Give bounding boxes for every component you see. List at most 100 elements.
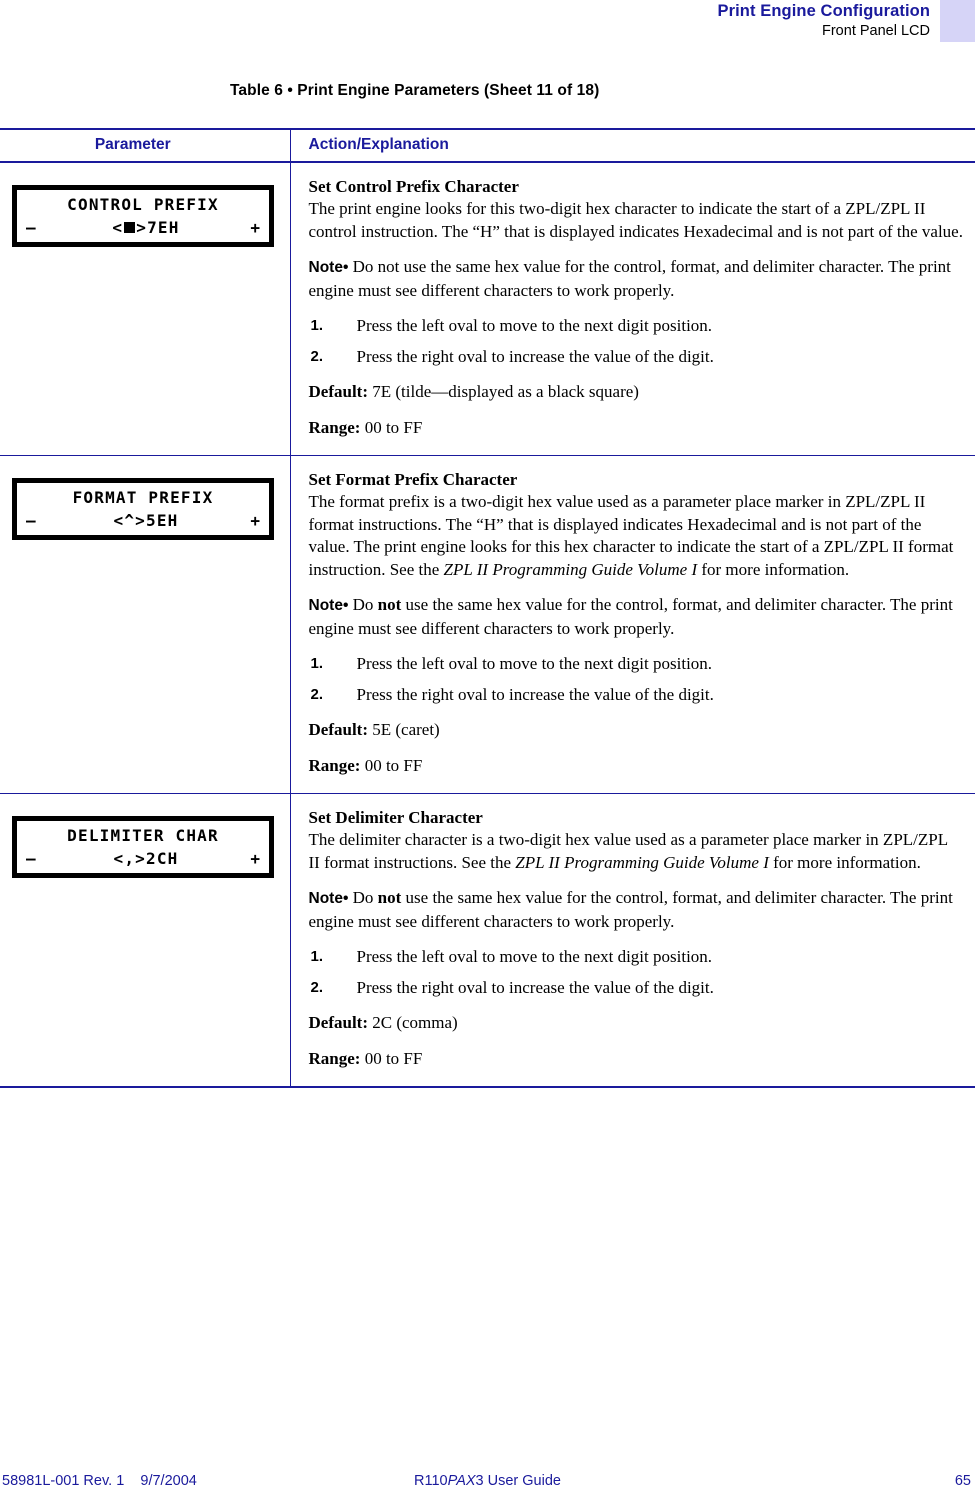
- range-paragraph: Range: 00 to FF: [309, 417, 964, 440]
- list-item: 2. Press the right oval to increase the v…: [309, 346, 964, 369]
- section-description: The format prefix is a two-digit hex val…: [309, 491, 964, 581]
- note-text-a: Do: [352, 888, 378, 907]
- description-part-b: for more information.: [768, 852, 921, 872]
- parameter-cell-delimiter-char: DELIMITER CHAR – <,>2CH +: [0, 793, 290, 1088]
- header-color-swatch: [940, 0, 975, 42]
- column-header-parameter: Parameter: [0, 128, 290, 163]
- footer-guide-title: R110PAX3 User Guide: [0, 1473, 975, 1489]
- lcd-display-format-prefix: FORMAT PREFIX – <^>5EH +: [12, 478, 274, 540]
- range-value: 00 to FF: [364, 755, 423, 775]
- description-italic-title: ZPL II Programming Guide Volume I: [515, 852, 769, 872]
- action-cell-control-prefix: Set Control Prefix Character The print e…: [289, 162, 975, 456]
- description-part-b: for more information.: [697, 559, 850, 579]
- table-header-row: Parameter Action/Explanation: [0, 128, 975, 163]
- note-label: Note: [308, 259, 343, 276]
- default-value: 2C (comma): [372, 1013, 458, 1032]
- lcd-display-control-prefix: CONTROL PREFIX – < >7EH +: [12, 185, 274, 247]
- lcd-line1: FORMAT PREFIX: [72, 488, 214, 507]
- step-number: 2.: [310, 685, 324, 703]
- print-engine-parameters-table: Parameter Action/Explanation CONTROL PRE…: [0, 128, 975, 1088]
- lcd-value-prefix: <: [112, 218, 124, 237]
- column-header-action: Action/Explanation: [289, 128, 975, 163]
- step-list: 1. Press the left oval to move to the nex…: [309, 315, 964, 368]
- lcd-display-delimiter-char: DELIMITER CHAR – <,>2CH +: [12, 816, 274, 878]
- note-text-a: Do: [352, 595, 378, 614]
- range-value: 00 to FF: [364, 417, 423, 437]
- section-description: The print engine looks for this two-digi…: [308, 199, 963, 241]
- step-text: Press the right oval to increase the val…: [356, 346, 714, 366]
- section-title: Set Format Prefix Character: [308, 470, 518, 489]
- step-list: 1. Press the left oval to move to the nex…: [309, 946, 964, 999]
- step-text: Press the right oval to increase the val…: [356, 977, 714, 997]
- parameter-cell-control-prefix: CONTROL PREFIX – < >7EH +: [0, 162, 290, 456]
- lcd-value: <,>2CH: [113, 849, 179, 868]
- page-header: Print Engine Configuration Front Panel L…: [0, 0, 975, 56]
- footer-guide-italic: PAX: [447, 1473, 476, 1489]
- footer-guide-part-a: R110: [414, 1473, 448, 1489]
- range-label: Range:: [308, 417, 361, 437]
- range-paragraph: Range: 00 to FF: [309, 1048, 964, 1071]
- note-paragraph: Note• Do not use the same hex value for …: [309, 594, 964, 640]
- lcd-plus-label: +: [250, 511, 260, 530]
- default-paragraph: Default: 2C (comma): [309, 1012, 964, 1035]
- default-paragraph: Default: 7E (tilde—displayed as a black …: [309, 381, 964, 404]
- footer-guide-part-b: 3 User Guide: [475, 1473, 561, 1489]
- table-row: FORMAT PREFIX – <^>5EH + Set Format Pref…: [0, 455, 975, 794]
- lcd-value: < >7EH: [17, 217, 269, 238]
- lcd-line2: – <^>5EH +: [17, 510, 269, 532]
- note-label: Note: [308, 890, 343, 907]
- step-text: Press the left oval to move to the next …: [356, 316, 713, 335]
- default-label: Default:: [308, 720, 368, 739]
- step-number: 2.: [310, 347, 324, 365]
- default-label: Default:: [308, 382, 368, 401]
- header-text-block: Print Engine Configuration Front Panel L…: [0, 2, 931, 41]
- note-paragraph: Note• Do not use the same hex value for …: [309, 887, 964, 933]
- note-bold-word: not: [377, 595, 402, 614]
- list-item: 1. Press the left oval to move to the nex…: [309, 946, 964, 969]
- lcd-line2: – < >7EH +: [17, 217, 269, 239]
- table-caption: Table 6 • Print Engine Parameters (Sheet…: [230, 82, 600, 99]
- lcd-plus-label: +: [250, 218, 260, 237]
- action-cell-delimiter-char: Set Delimiter Character The delimiter ch…: [289, 793, 975, 1088]
- list-item: 1. Press the left oval to move to the nex…: [309, 653, 964, 676]
- note-bullet: •: [342, 890, 349, 907]
- description-italic-title: ZPL II Programming Guide Volume I: [443, 559, 698, 579]
- table-body: CONTROL PREFIX – < >7EH + Set Control Pre…: [0, 162, 975, 1088]
- step-text: Press the left oval to move to the next …: [356, 947, 713, 966]
- table-row: CONTROL PREFIX – < >7EH + Set Control Pre…: [0, 162, 975, 456]
- action-cell-format-prefix: Set Format Prefix Character The format p…: [289, 455, 975, 794]
- step-text: Press the left oval to move to the next …: [356, 654, 713, 673]
- lcd-value-suffix: >7EH: [136, 218, 180, 237]
- header-subtitle: Front Panel LCD: [822, 23, 930, 39]
- default-label: Default:: [308, 1013, 368, 1032]
- note-bold-word: not: [377, 888, 402, 907]
- range-paragraph: Range: 00 to FF: [309, 755, 964, 778]
- lcd-value: <^>5EH: [113, 511, 179, 530]
- list-item: 1. Press the left oval to move to the nex…: [309, 315, 964, 338]
- header-title: Print Engine Configuration: [717, 2, 930, 20]
- lcd-line1: CONTROL PREFIX: [67, 195, 219, 214]
- note-label: Note: [308, 597, 343, 614]
- black-square-icon: [124, 222, 136, 233]
- note-text: Do not use the same hex value for the co…: [308, 257, 951, 300]
- step-list: 1. Press the left oval to move to the nex…: [309, 653, 964, 706]
- table-row: DELIMITER CHAR – <,>2CH + Set Delimiter …: [0, 793, 975, 1088]
- note-bullet: •: [342, 597, 349, 614]
- default-value: 7E (tilde—displayed as a black square): [372, 382, 639, 401]
- section-title: Set Control Prefix Character: [308, 177, 519, 196]
- table-head: Parameter Action/Explanation: [0, 128, 975, 163]
- step-number: 2.: [310, 978, 324, 996]
- note-bullet: •: [342, 259, 349, 276]
- list-item: 2. Press the right oval to increase the v…: [309, 684, 964, 707]
- section-description: The delimiter character is a two-digit h…: [309, 829, 964, 874]
- section-title: Set Delimiter Character: [308, 808, 483, 827]
- range-value: 00 to FF: [364, 1048, 423, 1068]
- page-footer: 58981L-001 Rev. 1 9/7/2004 R110PAX3 User…: [0, 1473, 975, 1495]
- range-label: Range:: [308, 1048, 361, 1068]
- parameter-cell-format-prefix: FORMAT PREFIX – <^>5EH +: [0, 455, 290, 794]
- range-label: Range:: [308, 755, 361, 775]
- default-value: 5E (caret): [372, 720, 440, 739]
- step-number: 1.: [310, 948, 324, 965]
- note-text-b: use the same hex value for the control, …: [308, 595, 953, 638]
- lcd-line2: – <,>2CH +: [17, 848, 269, 870]
